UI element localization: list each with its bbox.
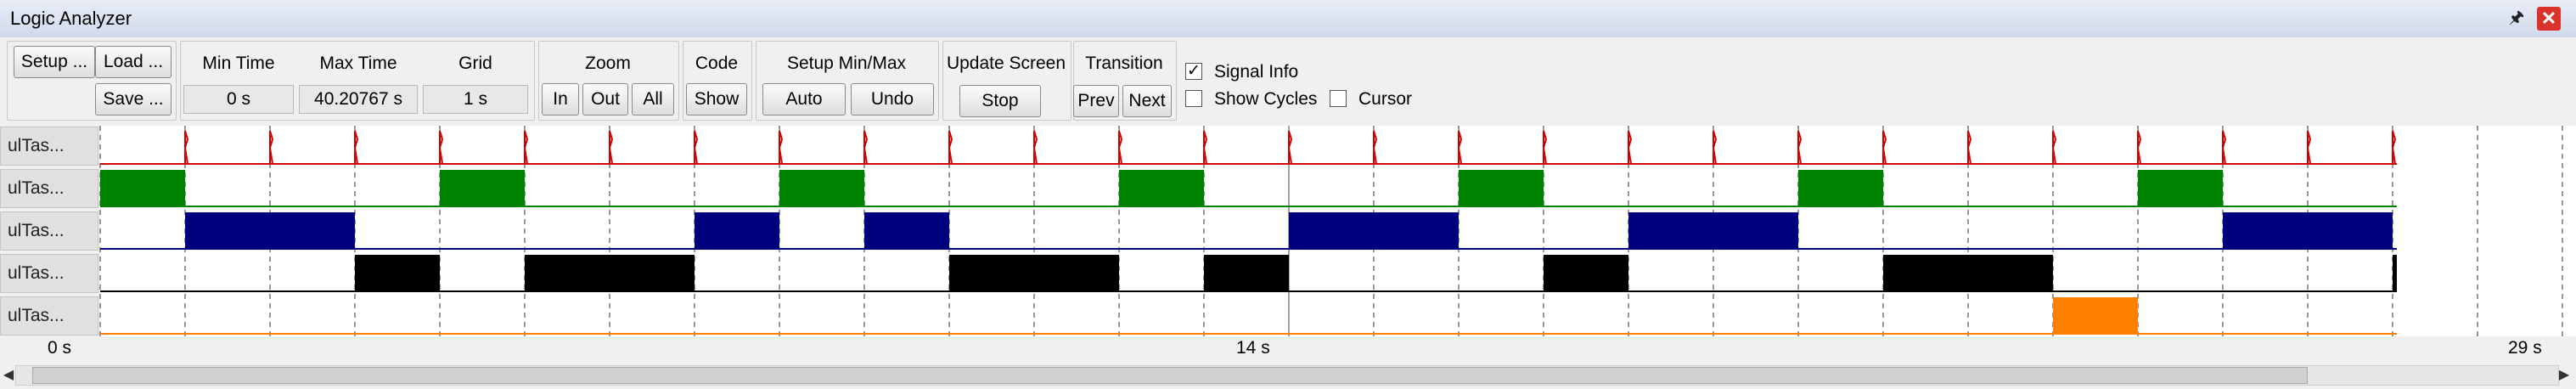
signal-pulse — [523, 130, 529, 165]
signal-high-segment — [1289, 212, 1459, 249]
signal-pulse — [268, 130, 274, 165]
signal-pulse — [1372, 130, 1378, 165]
signal-high-segment — [1798, 170, 1883, 206]
zoom-in-button[interactable]: In — [542, 83, 579, 116]
signal-pulse — [693, 130, 699, 165]
transition-label: Transition — [1085, 54, 1163, 73]
signal-high-segment — [2138, 170, 2223, 206]
cursor-checkbox[interactable] — [1330, 90, 1347, 107]
signal-high-segment — [2053, 297, 2138, 334]
signal-high-segment — [185, 212, 355, 249]
signal-pulse — [183, 130, 189, 165]
max-time-label: Max Time — [319, 54, 397, 73]
signal-pulse — [863, 130, 869, 165]
signal-high-segment — [779, 170, 864, 206]
signal-pulse — [948, 130, 953, 165]
title-bar: Logic Analyzer 🖈 ✕ — [0, 0, 2576, 38]
signal-pulse — [1202, 130, 1208, 165]
scroll-thumb[interactable] — [32, 367, 2308, 384]
auto-button[interactable]: Auto — [762, 83, 846, 116]
signal-high-segment — [525, 255, 695, 291]
prev-button[interactable]: Prev — [1073, 85, 1119, 117]
waveform-plot[interactable] — [0, 126, 2576, 336]
code-label: Code — [695, 54, 739, 73]
grid-value: 1 s — [423, 85, 528, 114]
show-cycles-label[interactable]: Show Cycles — [1214, 88, 1317, 110]
signal-high-segment — [864, 212, 949, 249]
update-screen-label: Update Screen — [946, 54, 1066, 73]
signal-pulse — [2051, 130, 2057, 165]
signal-high-segment — [949, 255, 1119, 291]
zoom-label: Zoom — [585, 54, 631, 73]
signal-pulse — [1117, 130, 1123, 165]
signal-pulse — [778, 130, 784, 165]
signal-high-segment — [2223, 212, 2393, 249]
code-show-button[interactable]: Show — [686, 83, 747, 116]
time-axis: 0 s 14 s 29 s — [0, 336, 2576, 362]
signal-pulse — [1627, 130, 1633, 165]
signal-pulse — [608, 130, 614, 165]
save-button[interactable]: Save ... — [95, 83, 172, 116]
time-start-label: 0 s — [48, 338, 72, 358]
cursor-label[interactable]: Cursor — [1358, 88, 1412, 110]
signal-pulse — [1712, 130, 1718, 165]
signal-high-segment — [100, 170, 185, 206]
signal-pulse — [2221, 130, 2227, 165]
scroll-left-icon[interactable]: ◀ — [0, 365, 17, 386]
setup-button[interactable]: Setup ... — [14, 46, 95, 78]
pin-icon[interactable]: 🖈 — [2506, 8, 2527, 28]
signal-pulse — [1966, 130, 1972, 165]
signal-info-checkbox[interactable]: ✓ — [1185, 63, 1202, 80]
close-button[interactable]: ✕ — [2537, 7, 2561, 31]
time-mid-label: 14 s — [1236, 338, 1270, 358]
signal-pulse — [1797, 130, 1803, 165]
signal-high-segment — [440, 170, 525, 206]
zoom-all-button[interactable]: All — [632, 83, 674, 116]
signal-pulse — [1032, 130, 1038, 165]
toolbar: Setup ... Load ... Save ... Min Time 0 s… — [0, 37, 2576, 126]
signal-pulse — [353, 130, 359, 165]
signal-pulse — [1881, 130, 1887, 165]
signal-info-label[interactable]: Signal Info — [1214, 61, 1298, 83]
grid-label: Grid — [458, 54, 492, 73]
signal-pulse — [1542, 130, 1548, 165]
time-end-label: 29 s — [2508, 338, 2542, 358]
signal-pulse — [1457, 130, 1463, 165]
stop-button[interactable]: Stop — [959, 85, 1041, 117]
signal-high-segment — [1544, 255, 1628, 291]
min-time-label: Min Time — [202, 54, 275, 73]
signal-high-segment — [1628, 212, 1798, 249]
setup-minmax-label: Setup Min/Max — [786, 54, 907, 73]
max-time-value: 40.20767 s — [299, 85, 418, 114]
undo-button[interactable]: Undo — [851, 83, 934, 116]
min-time-value: 0 s — [183, 85, 294, 114]
zoom-out-button[interactable]: Out — [582, 83, 628, 116]
show-cycles-checkbox[interactable] — [1185, 90, 1202, 107]
signal-high-segment — [355, 255, 440, 291]
signal-high-segment — [1119, 170, 1204, 206]
signal-high-segment — [2393, 255, 2397, 291]
scroll-right-icon[interactable]: ▶ — [2556, 365, 2573, 386]
signal-pulse — [2391, 130, 2397, 165]
signal-high-segment — [1204, 255, 1289, 291]
window-title: Logic Analyzer — [10, 8, 132, 29]
signal-pulse — [1287, 130, 1293, 165]
next-button[interactable]: Next — [1122, 85, 1172, 117]
signal-pulse — [438, 130, 444, 165]
signal-high-segment — [695, 212, 779, 249]
signal-pulse — [2136, 130, 2142, 165]
signal-high-segment — [1459, 170, 1544, 206]
load-button[interactable]: Load ... — [95, 46, 172, 78]
horizontal-scrollbar[interactable]: ◀ ▶ — [0, 362, 2576, 389]
signal-high-segment — [1883, 255, 2053, 291]
signal-pulse — [2306, 130, 2312, 165]
